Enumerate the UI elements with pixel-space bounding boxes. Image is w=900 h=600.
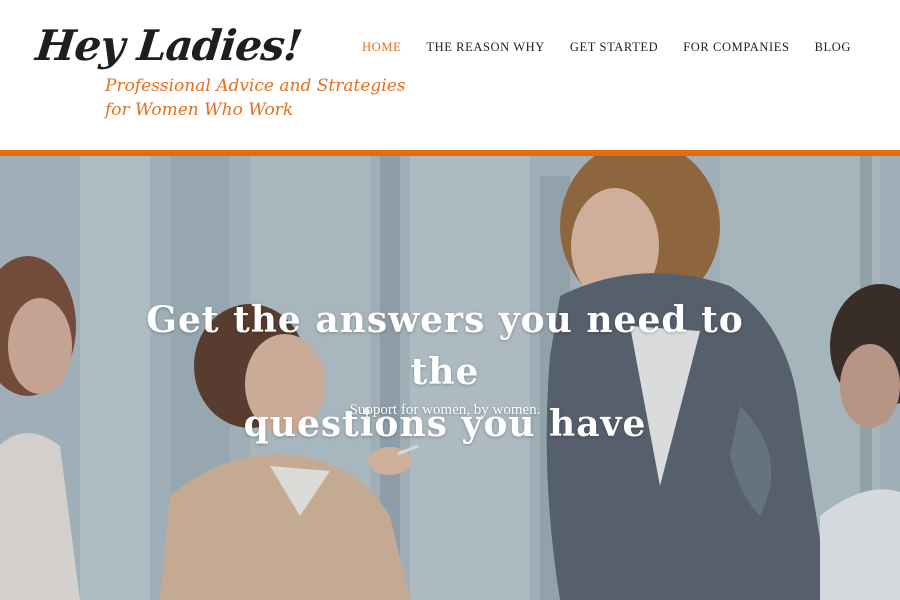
main-nav: HOME THE REASON WHY GET STARTED FOR COMP… (362, 38, 851, 56)
hero-headline: Get the answers you need to the question… (110, 294, 780, 450)
site-logo[interactable]: Hey Ladies! Professional Advice and Stra… (33, 18, 406, 128)
nav-item-home[interactable]: HOME (362, 38, 401, 56)
nav-item-for-companies[interactable]: FOR COMPANIES (683, 38, 789, 56)
tagline-line-1: Professional Advice and Strategies (105, 76, 406, 96)
tagline-line-2: for Women Who Work (105, 100, 294, 120)
logo-title: Hey Ladies! (33, 21, 304, 70)
nav-item-get-started[interactable]: GET STARTED (570, 38, 658, 56)
hero-headline-line-1: Get the answers you need to the (146, 299, 744, 393)
logo-tagline: Professional Advice and Strategies for W… (105, 74, 406, 122)
nav-item-blog[interactable]: BLOG (815, 38, 851, 56)
hero-banner: Get the answers you need to the question… (0, 156, 900, 600)
hero-subline: Support for women, by women. (349, 402, 541, 418)
nav-item-the-reason-why[interactable]: THE REASON WHY (426, 38, 545, 56)
site-header: Hey Ladies! Professional Advice and Stra… (0, 0, 900, 150)
